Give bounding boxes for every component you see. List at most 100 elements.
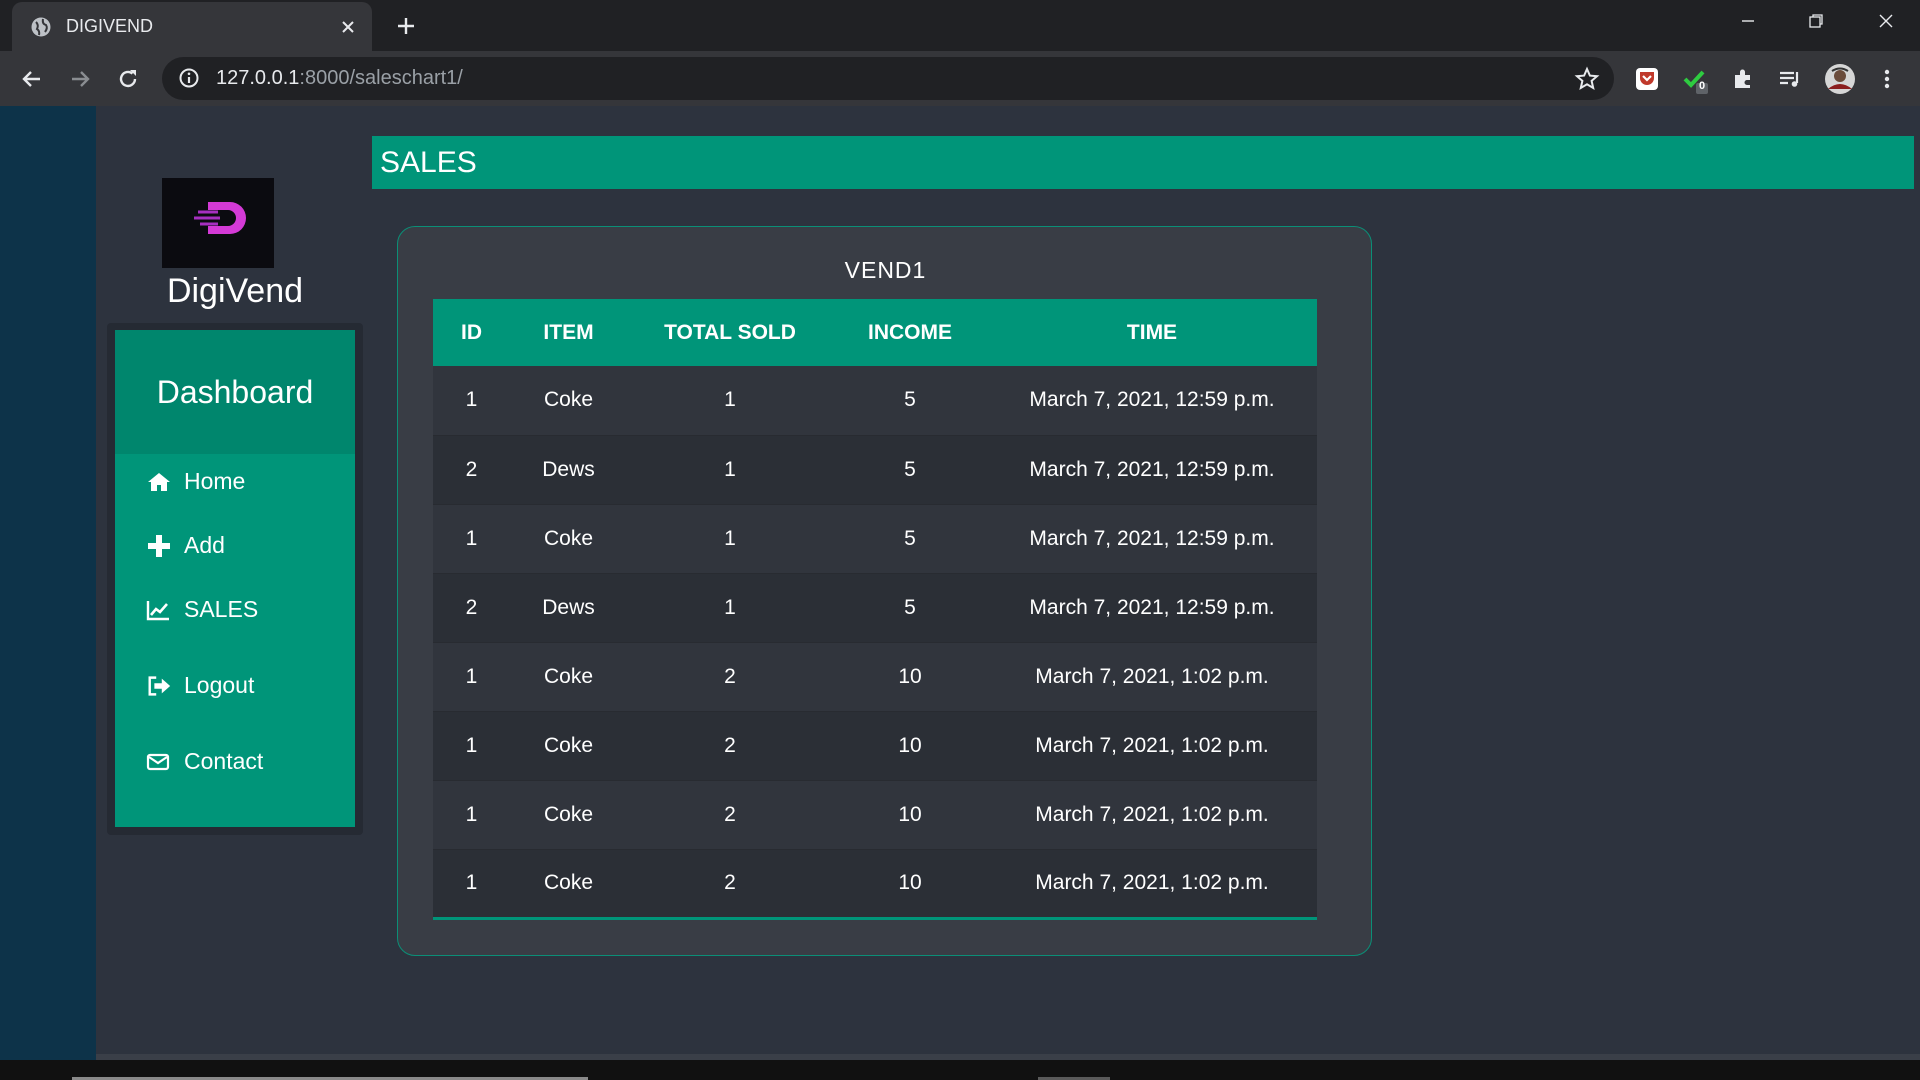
- new-tab-button[interactable]: [390, 10, 422, 42]
- close-window-button[interactable]: [1852, 0, 1920, 41]
- cell-total-sold: 2: [627, 642, 833, 712]
- column-header-time: TIME: [1126, 320, 1178, 344]
- tab-title: DIGIVEND: [66, 16, 154, 36]
- restore-button[interactable]: [1782, 0, 1850, 41]
- browser-titlebar: DIGIVEND: [0, 0, 1920, 51]
- sidebar-item-add[interactable]: Add: [146, 532, 225, 559]
- cell-time: March 7, 2021, 1:02 p.m.: [987, 711, 1317, 781]
- cell-income: 10: [833, 849, 987, 920]
- plus-icon: [146, 533, 172, 559]
- bookmark-star-icon[interactable]: [1574, 66, 1600, 92]
- url-host: 127.0.0.1: [216, 67, 300, 89]
- column-header-id: ID: [461, 320, 482, 344]
- cell-id: 1: [433, 780, 510, 850]
- sales-table: ID ITEM TOTAL SOLD INCOME TIME 1 Coke 1 …: [433, 299, 1317, 920]
- cell-income: 5: [833, 366, 987, 436]
- cell-total-sold: 2: [627, 849, 833, 920]
- reload-button[interactable]: [112, 63, 144, 95]
- table-row: 1 Coke 1 5 March 7, 2021, 12:59 p.m.: [433, 504, 1317, 574]
- sidebar-item-label: Home: [184, 468, 246, 494]
- pocket-extension-icon[interactable]: [1632, 64, 1662, 94]
- sidebar-item-contact[interactable]: Contact: [146, 748, 263, 775]
- sidebar-item-logout[interactable]: Logout: [146, 672, 254, 699]
- cell-item: Dews: [510, 573, 627, 643]
- sidebar-item-label: Contact: [184, 748, 264, 774]
- extension-badge: 0: [1699, 80, 1706, 92]
- sidebar-header[interactable]: Dashboard: [115, 330, 355, 454]
- cell-income: 10: [833, 711, 987, 781]
- close-tab-icon[interactable]: [336, 15, 360, 39]
- back-button[interactable]: [16, 63, 48, 95]
- cell-id: 2: [433, 435, 510, 505]
- cell-total-sold: 2: [627, 711, 833, 781]
- page-title: SALES: [372, 136, 1914, 189]
- check-extension-icon[interactable]: 0: [1679, 64, 1709, 94]
- cell-total-sold: 1: [627, 504, 833, 574]
- table-row: 2 Dews 1 5 March 7, 2021, 12:59 p.m.: [433, 435, 1317, 505]
- sidebar-item-home[interactable]: Home: [146, 468, 245, 495]
- cell-time: March 7, 2021, 1:02 p.m.: [987, 642, 1317, 712]
- puzzle-extensions-icon[interactable]: [1728, 64, 1758, 94]
- sales-card: VEND1 ID ITEM TOTAL SOLD INCOME TIME 1 C…: [397, 226, 1372, 956]
- cell-total-sold: 1: [627, 366, 833, 436]
- cell-time: March 7, 2021, 12:59 p.m.: [987, 504, 1317, 574]
- more-menu-icon[interactable]: [1872, 64, 1902, 94]
- table-row: 2 Dews 1 5 March 7, 2021, 12:59 p.m.: [433, 573, 1317, 643]
- cell-income: 10: [833, 780, 987, 850]
- cell-item: Coke: [510, 849, 627, 920]
- media-queue-icon[interactable]: [1775, 64, 1805, 94]
- cell-income: 10: [833, 642, 987, 712]
- logout-icon: [146, 673, 172, 699]
- envelope-icon: [146, 749, 172, 775]
- cell-total-sold: 1: [627, 573, 833, 643]
- sidebar-item-label: Logout: [184, 672, 255, 698]
- cell-time: March 7, 2021, 12:59 p.m.: [987, 573, 1317, 643]
- digivend-logo: [162, 178, 274, 268]
- cell-id: 2: [433, 573, 510, 643]
- cell-item: Coke: [510, 711, 627, 781]
- globe-icon: [30, 16, 52, 38]
- table-header-row: ID ITEM TOTAL SOLD INCOME TIME: [433, 299, 1317, 366]
- minimize-button[interactable]: [1714, 0, 1782, 41]
- cell-id: 1: [433, 711, 510, 781]
- forward-button[interactable]: [64, 63, 96, 95]
- cell-total-sold: 1: [627, 435, 833, 505]
- column-header-item: ITEM: [543, 320, 594, 344]
- browser-tab[interactable]: DIGIVEND: [12, 2, 372, 51]
- sidebar-item-label: Add: [184, 532, 225, 558]
- sidebar-item-sales[interactable]: SALES: [146, 596, 258, 623]
- address-bar[interactable]: 127.0.0.1:8000/saleschart1/: [162, 57, 1614, 100]
- cell-time: March 7, 2021, 12:59 p.m.: [987, 366, 1317, 436]
- cell-item: Coke: [510, 504, 627, 574]
- column-header-total-sold: TOTAL SOLD: [664, 320, 796, 344]
- cell-id: 1: [433, 366, 510, 436]
- home-icon: [146, 469, 172, 495]
- cell-income: 5: [833, 435, 987, 505]
- table-row: 1 Coke 2 10 March 7, 2021, 1:02 p.m.: [433, 780, 1317, 850]
- cell-id: 1: [433, 504, 510, 574]
- url-path: :8000/saleschart1/: [299, 67, 463, 89]
- info-icon[interactable]: [178, 67, 202, 91]
- chart-icon: [146, 597, 172, 623]
- sidebar-item-label: SALES: [184, 596, 259, 622]
- cell-item: Coke: [510, 366, 627, 436]
- cell-item: Coke: [510, 780, 627, 850]
- profile-avatar[interactable]: [1823, 62, 1857, 96]
- cell-total-sold: 2: [627, 780, 833, 850]
- column-header-income: INCOME: [868, 320, 952, 344]
- brand-name: DigiVend: [166, 272, 304, 310]
- table-row: 1 Coke 2 10 March 7, 2021, 1:02 p.m.: [433, 642, 1317, 712]
- table-row: 1 Coke 2 10 March 7, 2021, 1:02 p.m.: [433, 711, 1317, 781]
- taskbar-strip: [0, 1060, 1920, 1080]
- left-strip: [0, 106, 96, 1060]
- cell-id: 1: [433, 849, 510, 920]
- cell-time: March 7, 2021, 12:59 p.m.: [987, 435, 1317, 505]
- cell-id: 1: [433, 642, 510, 712]
- cell-item: Coke: [510, 642, 627, 712]
- page-content: DigiVend Dashboard Home Add SALES Logout…: [0, 106, 1920, 1060]
- cell-income: 5: [833, 504, 987, 574]
- cell-time: March 7, 2021, 1:02 p.m.: [987, 849, 1317, 920]
- card-title: VEND1: [844, 257, 927, 283]
- browser-toolbar: 127.0.0.1:8000/saleschart1/ 0: [0, 51, 1920, 106]
- cell-time: March 7, 2021, 1:02 p.m.: [987, 780, 1317, 850]
